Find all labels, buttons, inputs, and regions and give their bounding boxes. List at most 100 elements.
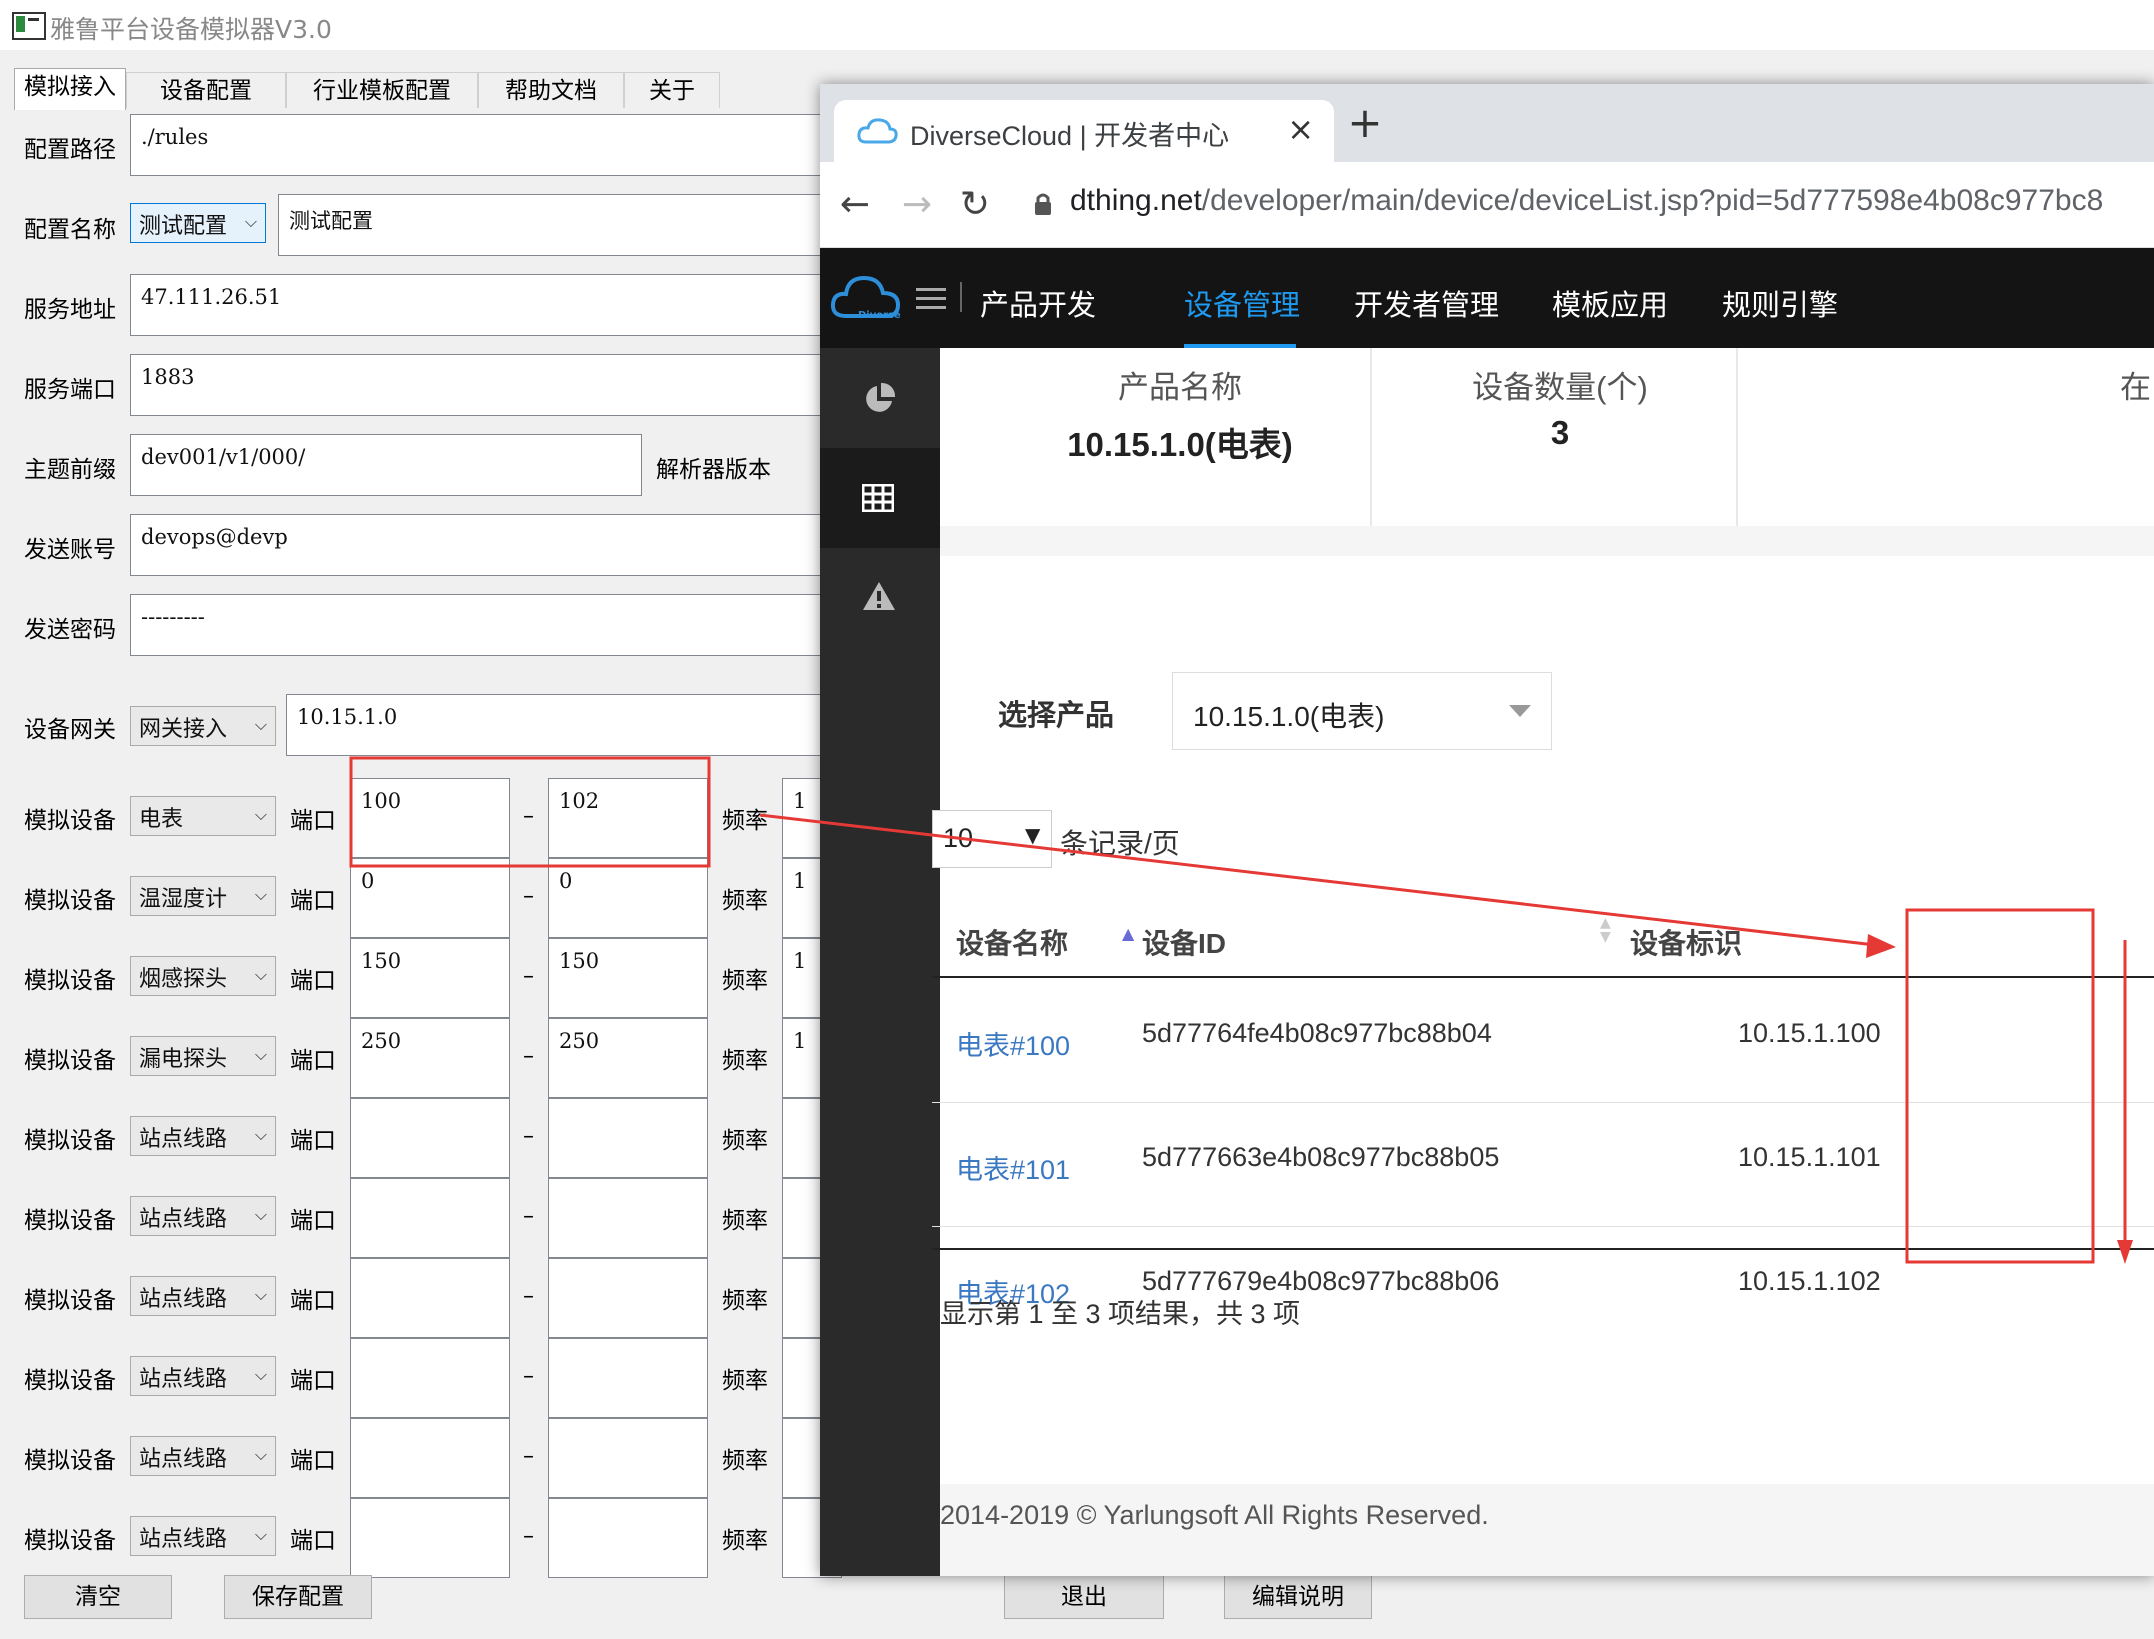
- port-from-input[interactable]: 100: [350, 778, 510, 858]
- stat-device-count-value: 3: [1550, 414, 1570, 451]
- sort-asc-icon[interactable]: ▲: [1122, 924, 1134, 943]
- port-from-input[interactable]: [350, 1498, 510, 1578]
- tab-simulate-access[interactable]: 模拟接入: [14, 68, 126, 110]
- port-to-input[interactable]: 102: [548, 778, 708, 858]
- config-name-select[interactable]: 测试配置 ⌵: [130, 203, 266, 243]
- pagination-summary: 显示第 1 至 3 项结果，共 3 项: [940, 1299, 1301, 1329]
- product-select[interactable]: 10.15.1.0(电表): [1172, 672, 1552, 750]
- device-type-select[interactable]: 站点线路 ⌵: [130, 1436, 276, 1476]
- device-type-select[interactable]: 站点线路 ⌵: [130, 1356, 276, 1396]
- range-dash: –: [523, 1444, 534, 1469]
- port-to-input[interactable]: [548, 1338, 708, 1418]
- device-type-value: 站点线路: [139, 1527, 228, 1552]
- reload-icon[interactable]: ↻: [950, 180, 1000, 230]
- back-arrow-icon[interactable]: ←: [830, 180, 880, 230]
- port-label: 端口: [290, 888, 336, 914]
- tab-industry-template[interactable]: 行业模板配置: [286, 72, 478, 108]
- port-from-input[interactable]: [350, 1418, 510, 1498]
- col-device-ident[interactable]: 设备标识: [1630, 922, 1742, 962]
- device-type-select[interactable]: 电表 ⌵: [130, 796, 276, 836]
- chevron-down-icon: ⌵: [244, 212, 257, 231]
- close-icon[interactable]: ×: [1287, 110, 1314, 148]
- port-label: 端口: [290, 1448, 336, 1474]
- range-dash: –: [523, 1364, 534, 1389]
- device-type-value: 站点线路: [139, 1367, 228, 1392]
- address-bar[interactable]: dthing.net/developer/main/device/deviceL…: [1070, 184, 2103, 218]
- caret-down-icon: [1509, 705, 1531, 717]
- side-item-device-list[interactable]: [820, 448, 940, 548]
- port-to-input[interactable]: [548, 1498, 708, 1578]
- port-to-input[interactable]: [548, 1418, 708, 1498]
- device-id-cell: 5d777663e4b08c977bc88b05: [1142, 1142, 1500, 1172]
- nav-rule-engine[interactable]: 规则引擎: [1722, 282, 1838, 324]
- port-to-input[interactable]: [548, 1178, 708, 1258]
- port-from-input[interactable]: [350, 1338, 510, 1418]
- config-path-input[interactable]: ./rules: [130, 114, 830, 176]
- freq-label: 频率: [722, 968, 768, 994]
- port-to-input[interactable]: 0: [548, 858, 708, 938]
- topic-prefix-input[interactable]: dev001/v1/000/: [130, 434, 642, 496]
- port-to-input[interactable]: 250: [548, 1018, 708, 1098]
- range-dash: –: [523, 1044, 534, 1069]
- send-account-input[interactable]: devops@devp: [130, 514, 830, 576]
- port-from-input[interactable]: 250: [350, 1018, 510, 1098]
- save-config-button[interactable]: 保存配置: [224, 1575, 372, 1619]
- device-name-link[interactable]: 电表#100: [956, 1024, 1070, 1063]
- browser-tab[interactable]: DiverseCloud | 开发者中心 ×: [834, 100, 1334, 162]
- nav-product-dev[interactable]: 产品开发: [980, 282, 1096, 324]
- edit-notes-button[interactable]: 编辑说明: [1224, 1575, 1372, 1619]
- tab-help-docs[interactable]: 帮助文档: [478, 72, 624, 108]
- side-item-alerts[interactable]: [820, 548, 940, 648]
- device-type-select[interactable]: 温湿度计 ⌵: [130, 876, 276, 916]
- device-type-select[interactable]: 站点线路 ⌵: [130, 1516, 276, 1556]
- port-from-input[interactable]: [350, 1098, 510, 1178]
- device-type-select[interactable]: 漏电探头 ⌵: [130, 1036, 276, 1076]
- browser-toolbar: ← → ↻ dthing.net/developer/main/device/d…: [820, 162, 2154, 248]
- device-type-select[interactable]: 站点线路 ⌵: [130, 1116, 276, 1156]
- gateway-select[interactable]: 网关接入 ⌵: [130, 706, 276, 746]
- config-name-input[interactable]: 测试配置: [278, 194, 830, 256]
- diverse-logo[interactable]: Diverse: [828, 266, 904, 330]
- send-password-input[interactable]: ---------: [130, 594, 830, 656]
- col-device-id[interactable]: 设备ID: [1142, 922, 1226, 962]
- port-from-input[interactable]: 150: [350, 938, 510, 1018]
- server-address-input[interactable]: 47.111.26.51: [130, 274, 830, 336]
- menu-icon[interactable]: [916, 288, 946, 310]
- nav-developer-management[interactable]: 开发者管理: [1354, 282, 1499, 324]
- port-to-input[interactable]: [548, 1098, 708, 1178]
- new-tab-button[interactable]: +: [1340, 98, 1390, 148]
- page-size-select[interactable]: 10 ▼: [932, 810, 1052, 868]
- product-stats: 产品名称 10.15.1.0(电表) 设备数量(个) 3 在: [940, 348, 2154, 526]
- port-from-input[interactable]: [350, 1258, 510, 1338]
- tab-device-config[interactable]: 设备配置: [126, 72, 286, 108]
- server-address-label: 服务地址: [24, 297, 116, 323]
- port-from-input[interactable]: 0: [350, 858, 510, 938]
- device-type-select[interactable]: 站点线路 ⌵: [130, 1276, 276, 1316]
- warning-icon: [863, 582, 895, 610]
- device-name-link[interactable]: 电表#101: [956, 1148, 1070, 1187]
- clear-button[interactable]: 清空: [24, 1575, 172, 1619]
- row-divider: [932, 1102, 2154, 1103]
- col-device-name[interactable]: 设备名称: [956, 922, 1068, 962]
- device-type-select[interactable]: 站点线路 ⌵: [130, 1196, 276, 1236]
- site-navbar: Diverse 产品开发 设备管理 开发者管理 模板应用 规则引擎: [820, 248, 2154, 348]
- nav-device-management[interactable]: 设备管理: [1184, 282, 1300, 324]
- port-to-input[interactable]: 150: [548, 938, 708, 1018]
- port-to-input[interactable]: [548, 1258, 708, 1338]
- freq-label: 频率: [722, 1528, 768, 1554]
- gateway-input[interactable]: 10.15.1.0: [286, 694, 830, 756]
- exit-button[interactable]: 退出: [1004, 1575, 1164, 1619]
- product-select-value: 10.15.1.0(电表): [1193, 701, 1385, 732]
- tab-about[interactable]: 关于: [624, 72, 720, 108]
- freq-label: 频率: [722, 1448, 768, 1474]
- server-port-input[interactable]: 1883: [130, 354, 830, 416]
- port-from-input[interactable]: [350, 1178, 510, 1258]
- port-label: 端口: [290, 1368, 336, 1394]
- forward-arrow-icon[interactable]: →: [892, 180, 942, 230]
- port-label: 端口: [290, 1288, 336, 1314]
- device-type-select[interactable]: 烟感探头 ⌵: [130, 956, 276, 996]
- nav-template-apps[interactable]: 模板应用: [1552, 282, 1668, 324]
- range-dash: –: [523, 1284, 534, 1309]
- sort-icon[interactable]: ▲ ▼: [1600, 916, 1611, 944]
- side-item-dashboard[interactable]: [820, 348, 940, 448]
